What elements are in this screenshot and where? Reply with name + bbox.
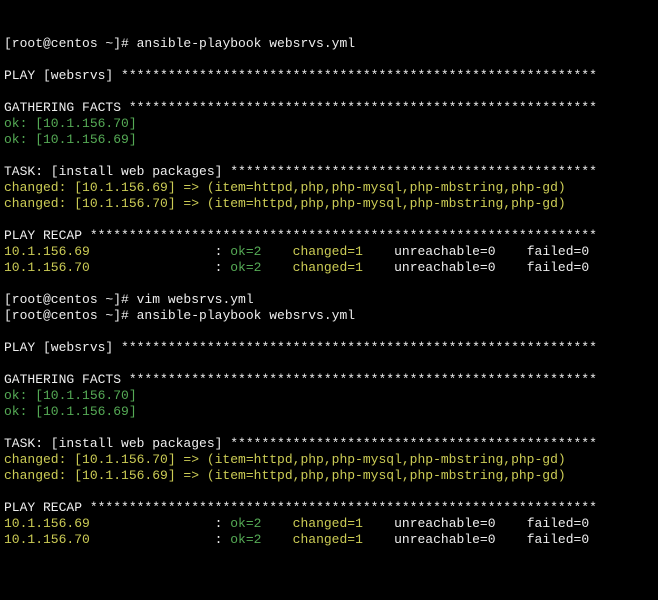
changed-line: changed: [10.1.156.69] => (item=httpd,ph… — [4, 468, 566, 483]
stars: ****************************************… — [90, 228, 597, 243]
prompt: [root@centos ~]# — [4, 36, 137, 51]
task-header: TASK: [install web packages] — [4, 164, 230, 179]
recap-colon: : — [215, 532, 231, 547]
recap-rest: unreachable=0 failed=0 — [394, 532, 589, 547]
cmd-line: ansible-playbook websrvs.yml — [137, 308, 355, 323]
recap-changed: changed=1 — [293, 532, 394, 547]
recap-rest: unreachable=0 failed=0 — [394, 244, 589, 259]
recap-changed: changed=1 — [293, 260, 394, 275]
changed-line: changed: [10.1.156.70] => (item=httpd,ph… — [4, 452, 566, 467]
play-header: PLAY [websrvs] — [4, 68, 121, 83]
recap-ok: ok=2 — [230, 260, 292, 275]
stars: ****************************************… — [230, 436, 597, 451]
gather-header: GATHERING FACTS — [4, 372, 129, 387]
cmd-line: vim websrvs.yml — [137, 292, 254, 307]
recap-ok: ok=2 — [230, 244, 292, 259]
changed-line: changed: [10.1.156.70] => (item=httpd,ph… — [4, 196, 566, 211]
recap-host: 10.1.156.69 — [4, 244, 215, 259]
ok-line: ok: [10.1.156.69] — [4, 404, 137, 419]
recap-rest: unreachable=0 failed=0 — [394, 260, 589, 275]
stars: ****************************************… — [121, 68, 597, 83]
stars: ****************************************… — [129, 100, 597, 115]
play-header: PLAY [websrvs] — [4, 340, 121, 355]
stars: ****************************************… — [129, 372, 597, 387]
recap-header: PLAY RECAP — [4, 500, 90, 515]
ok-line: ok: [10.1.156.70] — [4, 116, 137, 131]
stars: ****************************************… — [121, 340, 597, 355]
ok-line: ok: [10.1.156.69] — [4, 132, 137, 147]
recap-host: 10.1.156.70 — [4, 532, 215, 547]
recap-header: PLAY RECAP — [4, 228, 90, 243]
prompt: [root@centos ~]# — [4, 292, 137, 307]
recap-host: 10.1.156.70 — [4, 260, 215, 275]
cmd-line: ansible-playbook websrvs.yml — [137, 36, 355, 51]
stars: ****************************************… — [230, 164, 597, 179]
gather-header: GATHERING FACTS — [4, 100, 129, 115]
recap-colon: : — [215, 260, 231, 275]
recap-ok: ok=2 — [230, 532, 292, 547]
stars: ****************************************… — [90, 500, 597, 515]
prompt: [root@centos ~]# — [4, 308, 137, 323]
task-header: TASK: [install web packages] — [4, 436, 230, 451]
ok-line: ok: [10.1.156.70] — [4, 388, 137, 403]
recap-colon: : — [215, 244, 231, 259]
recap-changed: changed=1 — [293, 244, 394, 259]
changed-line: changed: [10.1.156.69] => (item=httpd,ph… — [4, 180, 566, 195]
terminal[interactable]: [root@centos ~]# ansible-playbook websrv… — [4, 36, 654, 548]
